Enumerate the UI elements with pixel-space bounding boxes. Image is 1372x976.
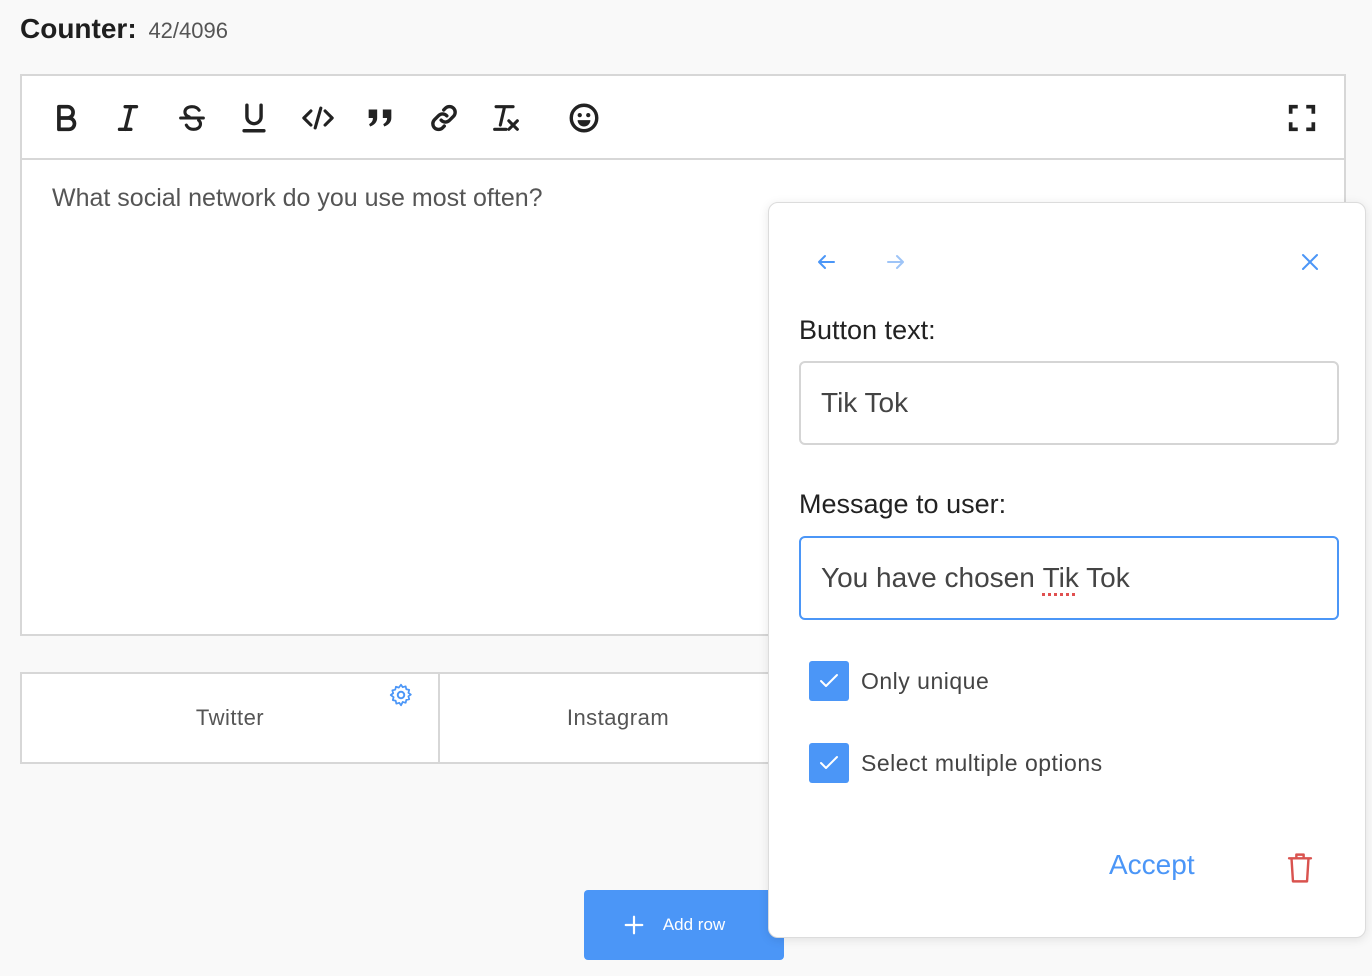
arrow-left-icon[interactable] <box>813 249 839 275</box>
inline-button-instagram[interactable]: Instagram <box>438 672 798 764</box>
code-icon[interactable] <box>298 98 338 138</box>
only-unique-option[interactable]: Only unique <box>809 661 989 701</box>
button-settings-popup: Button text: Tik Tok Message to user: Yo… <box>768 202 1366 938</box>
emoji-icon[interactable] <box>564 98 604 138</box>
button-text-value: Tik Tok <box>821 387 909 418</box>
inline-button-twitter[interactable]: Twitter <box>20 672 440 764</box>
gear-icon[interactable] <box>388 682 414 708</box>
button-text-input[interactable]: Tik Tok <box>799 361 1339 445</box>
counter-value: 42/4096 <box>148 18 228 43</box>
inline-button-label: Twitter <box>195 705 265 730</box>
counter: Counter: 42/4096 <box>20 12 228 48</box>
counter-label: Counter: <box>20 13 137 44</box>
editor-content[interactable]: What social network do you use most ofte… <box>52 184 543 213</box>
italic-icon[interactable] <box>108 98 148 138</box>
multiple-options-option[interactable]: Select multiple options <box>809 743 1103 783</box>
inline-buttons-row: Twitter Instagram <box>20 672 798 764</box>
arrow-right-icon[interactable] <box>883 249 909 275</box>
checkmark-icon <box>820 756 838 769</box>
link-icon[interactable] <box>424 98 464 138</box>
trash-icon[interactable] <box>1285 851 1315 885</box>
message-prefix: You have chosen <box>821 562 1043 593</box>
checkmark-icon <box>820 674 838 687</box>
accept-button[interactable]: Accept <box>1109 849 1195 881</box>
inline-button-label: Instagram <box>566 705 670 730</box>
message-misspelled-word: Tik <box>1042 562 1079 593</box>
fullscreen-icon[interactable] <box>1282 98 1322 138</box>
multiple-options-label: Select multiple options <box>861 749 1103 776</box>
add-row-button[interactable]: Add row <box>584 890 784 960</box>
strikethrough-icon[interactable] <box>172 98 212 138</box>
button-text-label: Button text: <box>799 315 936 345</box>
underline-icon[interactable] <box>234 98 274 138</box>
close-icon[interactable] <box>1297 249 1323 275</box>
message-suffix: Tok <box>1078 562 1130 593</box>
quote-icon[interactable] <box>360 98 400 138</box>
only-unique-label: Only unique <box>861 667 990 694</box>
editor-toolbar <box>22 76 1344 160</box>
only-unique-checkbox[interactable] <box>809 661 849 701</box>
multiple-options-checkbox[interactable] <box>809 743 849 783</box>
bold-icon[interactable] <box>46 98 86 138</box>
message-label: Message to user: <box>799 489 1007 519</box>
clear-format-icon[interactable] <box>486 98 526 138</box>
add-row-label: Add row <box>662 915 726 934</box>
plus-icon <box>624 915 644 935</box>
message-input[interactable]: You have chosen Tik Tok <box>799 536 1339 620</box>
